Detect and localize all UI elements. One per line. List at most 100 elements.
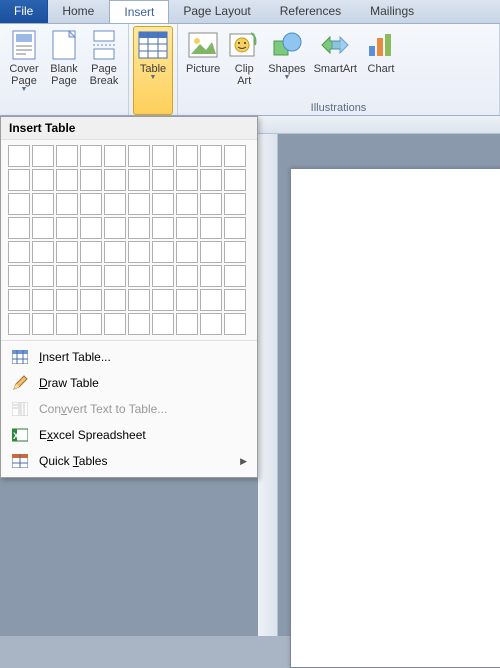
page-break-button[interactable]: Page Break [84, 26, 124, 115]
grid-cell[interactable] [128, 289, 150, 311]
grid-cell[interactable] [80, 193, 102, 215]
grid-cell[interactable] [8, 145, 30, 167]
grid-cell[interactable] [32, 289, 54, 311]
grid-cell[interactable] [104, 241, 126, 263]
grid-cell[interactable] [104, 289, 126, 311]
grid-cell[interactable] [56, 289, 78, 311]
grid-cell[interactable] [224, 145, 246, 167]
grid-cell[interactable] [200, 193, 222, 215]
grid-cell[interactable] [200, 217, 222, 239]
grid-cell[interactable] [80, 289, 102, 311]
grid-cell[interactable] [128, 217, 150, 239]
grid-cell[interactable] [56, 193, 78, 215]
grid-cell[interactable] [56, 265, 78, 287]
grid-cell[interactable] [80, 145, 102, 167]
grid-cell[interactable] [224, 265, 246, 287]
grid-cell[interactable] [224, 193, 246, 215]
grid-cell[interactable] [128, 313, 150, 335]
grid-cell[interactable] [104, 145, 126, 167]
grid-cell[interactable] [80, 169, 102, 191]
grid-cell[interactable] [56, 145, 78, 167]
tab-references[interactable]: References [266, 0, 356, 23]
grid-cell[interactable] [128, 241, 150, 263]
grid-cell[interactable] [152, 265, 174, 287]
grid-cell[interactable] [224, 289, 246, 311]
menu-quick-tables[interactable]: Quick Tables ▶ [1, 448, 257, 474]
grid-cell[interactable] [152, 145, 174, 167]
horizontal-ruler[interactable] [258, 116, 500, 134]
grid-cell[interactable] [176, 265, 198, 287]
grid-cell[interactable] [200, 265, 222, 287]
grid-cell[interactable] [200, 169, 222, 191]
grid-cell[interactable] [128, 265, 150, 287]
grid-cell[interactable] [32, 313, 54, 335]
vertical-ruler[interactable] [258, 134, 278, 636]
grid-cell[interactable] [32, 217, 54, 239]
grid-cell[interactable] [128, 169, 150, 191]
menu-draw-table[interactable]: Draw Table [1, 370, 257, 396]
grid-cell[interactable] [80, 265, 102, 287]
grid-cell[interactable] [200, 289, 222, 311]
menu-label: Insert Table... [39, 350, 111, 364]
grid-cell[interactable] [56, 169, 78, 191]
tab-insert[interactable]: Insert [109, 0, 169, 23]
table-grid-picker[interactable] [1, 140, 257, 340]
grid-cell[interactable] [152, 313, 174, 335]
grid-cell[interactable] [104, 169, 126, 191]
tab-home[interactable]: Home [48, 0, 109, 23]
grid-cell[interactable] [176, 193, 198, 215]
grid-cell[interactable] [56, 241, 78, 263]
grid-cell[interactable] [224, 313, 246, 335]
grid-cell[interactable] [8, 241, 30, 263]
grid-cell[interactable] [152, 169, 174, 191]
grid-cell[interactable] [8, 289, 30, 311]
grid-cell[interactable] [32, 265, 54, 287]
tab-mailings[interactable]: Mailings [356, 0, 429, 23]
grid-cell[interactable] [176, 241, 198, 263]
grid-cell[interactable] [176, 217, 198, 239]
blank-page-button[interactable]: Blank Page [44, 26, 84, 115]
grid-cell[interactable] [224, 241, 246, 263]
grid-cell[interactable] [152, 193, 174, 215]
grid-cell[interactable] [8, 193, 30, 215]
grid-cell[interactable] [176, 289, 198, 311]
grid-cell[interactable] [152, 289, 174, 311]
grid-cell[interactable] [176, 313, 198, 335]
grid-cell[interactable] [32, 145, 54, 167]
cover-page-button[interactable]: Cover Page ▼ [4, 26, 44, 115]
grid-cell[interactable] [56, 313, 78, 335]
grid-cell[interactable] [128, 145, 150, 167]
grid-cell[interactable] [80, 313, 102, 335]
grid-cell[interactable] [176, 145, 198, 167]
table-button[interactable]: Table ▼ [133, 26, 173, 115]
grid-cell[interactable] [152, 241, 174, 263]
document-page[interactable] [290, 168, 500, 668]
grid-cell[interactable] [104, 193, 126, 215]
grid-cell[interactable] [8, 169, 30, 191]
grid-cell[interactable] [32, 241, 54, 263]
grid-cell[interactable] [8, 313, 30, 335]
grid-cell[interactable] [224, 169, 246, 191]
grid-cell[interactable] [152, 217, 174, 239]
grid-cell[interactable] [128, 193, 150, 215]
grid-cell[interactable] [32, 193, 54, 215]
grid-cell[interactable] [224, 217, 246, 239]
grid-cell[interactable] [80, 241, 102, 263]
grid-cell[interactable] [104, 265, 126, 287]
grid-cell[interactable] [200, 313, 222, 335]
tab-file[interactable]: File [0, 0, 48, 23]
grid-cell[interactable] [8, 217, 30, 239]
menu-excel-spreadsheet[interactable]: X Exxcel Spreadsheet [1, 422, 257, 448]
grid-cell[interactable] [32, 169, 54, 191]
pencil-icon [11, 375, 29, 391]
grid-cell[interactable] [8, 265, 30, 287]
grid-cell[interactable] [104, 217, 126, 239]
grid-cell[interactable] [80, 217, 102, 239]
grid-cell[interactable] [56, 217, 78, 239]
grid-cell[interactable] [104, 313, 126, 335]
grid-cell[interactable] [176, 169, 198, 191]
menu-insert-table[interactable]: Insert Table... [1, 344, 257, 370]
tab-pagelayout[interactable]: Page Layout [169, 0, 265, 23]
grid-cell[interactable] [200, 145, 222, 167]
grid-cell[interactable] [200, 241, 222, 263]
